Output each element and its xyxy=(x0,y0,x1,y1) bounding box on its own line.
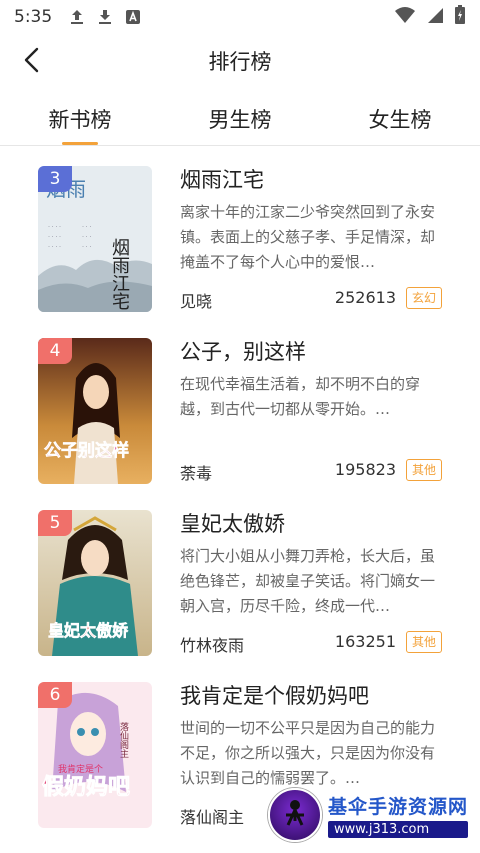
book-count: 195823 xyxy=(334,460,396,479)
svg-text:烟雨江宅: 烟雨江宅 xyxy=(110,238,130,310)
rank-badge: 5 xyxy=(38,510,72,536)
tab-label: 女生榜 xyxy=(368,107,432,132)
book-cover: 烟雨 烟雨江宅 · · · ·· · · ·· · · · · · ·· · ·… xyxy=(38,166,152,312)
book-title: 公子，别这样 xyxy=(180,340,306,364)
tab-new-books[interactable]: 新书榜 xyxy=(0,92,160,145)
active-tab-indicator xyxy=(62,142,98,145)
book-count: 252613 xyxy=(334,288,396,307)
book-author: 落仙阁主 xyxy=(180,808,245,827)
header: 排行榜 xyxy=(0,34,480,88)
chevron-left-icon xyxy=(24,47,39,73)
download-icon xyxy=(96,8,114,26)
rank-badge: 4 xyxy=(38,338,72,364)
book-author: 荼毒 xyxy=(180,464,213,483)
book-cover: 皇妃太傲娇 5 xyxy=(38,510,152,656)
tab-bar: 新书榜 男生榜 女生榜 xyxy=(0,92,480,146)
book-title: 我肯定是个假奶妈吧 xyxy=(180,684,369,708)
signal-icon xyxy=(426,6,444,28)
svg-text:假奶妈吧: 假奶妈吧 xyxy=(42,774,130,799)
book-description: 在现代幸福生活着，却不明不白的穿越，到古代一切都从零开始。… xyxy=(180,375,421,418)
book-description: 离家十年的江家二少爷突然回到了永安镇。表面上的父慈子孝、手足情深，却掩盖不了每个… xyxy=(180,203,436,271)
battery-icon xyxy=(454,5,466,29)
a-box-icon xyxy=(124,8,142,26)
svg-text:皇妃太傲娇: 皇妃太傲娇 xyxy=(48,621,129,640)
site-watermark: 基伞手游资源网 www.j313.com xyxy=(268,785,478,845)
tab-label: 新书榜 xyxy=(48,107,112,132)
tab-label: 男生榜 xyxy=(208,107,272,132)
book-count: 163251 xyxy=(334,632,396,651)
book-item[interactable]: 烟雨 烟雨江宅 · · · ·· · · ·· · · · · · ·· · ·… xyxy=(0,160,480,320)
back-button[interactable] xyxy=(14,42,50,78)
watermark-logo-icon xyxy=(268,788,322,842)
watermark-url: www.j313.com xyxy=(328,821,469,838)
book-item[interactable]: 皇妃太傲娇 5 皇妃太傲娇 将门大小姐从小舞刀弄枪，长大后，虽绝色锋芒，却被皇子… xyxy=(0,504,480,664)
rank-badge: 3 xyxy=(38,166,72,192)
svg-text:· · ·: · · · xyxy=(82,224,91,230)
status-time: 5:35 xyxy=(14,7,53,27)
svg-text:落仙阁主: 落仙阁主 xyxy=(119,721,129,758)
status-bar: 5:35 xyxy=(0,0,480,34)
page-title: 排行榜 xyxy=(208,50,272,74)
book-title: 皇妃太傲娇 xyxy=(180,512,285,536)
svg-text:公子别这样: 公子别这样 xyxy=(44,440,129,460)
watermark-name: 基伞手游资源网 xyxy=(328,796,469,818)
book-author: 竹林夜雨 xyxy=(180,636,245,655)
svg-text:· · ·: · · · xyxy=(82,234,91,240)
rank-badge: 6 xyxy=(38,682,72,708)
wifi-icon xyxy=(394,6,416,28)
svg-text:· · · ·: · · · · xyxy=(48,234,61,240)
genre-tag: 玄幻 xyxy=(405,287,442,309)
book-cover: 落仙阁主 假奶妈吧 我肯定是个 6 xyxy=(38,682,152,828)
svg-text:我肯定是个: 我肯定是个 xyxy=(58,763,103,774)
svg-text:· · · ·: · · · · xyxy=(48,244,61,250)
book-cover: 公子别这样 4 xyxy=(38,338,152,484)
book-title: 烟雨江宅 xyxy=(180,168,264,192)
genre-tag: 其他 xyxy=(405,631,442,653)
tab-female[interactable]: 女生榜 xyxy=(320,92,480,145)
svg-text:· · · ·: · · · · xyxy=(48,224,61,230)
svg-text:· · ·: · · · xyxy=(82,244,91,250)
book-description: 将门大小姐从小舞刀弄枪，长大后，虽绝色锋芒，却被皇子笑话。将门嫡女一朝入宫，历尽… xyxy=(180,547,436,615)
book-description: 世间的一切不公平只是因为自己的能力不足，你之所以强大，只是因为你没有认识到自己的… xyxy=(180,719,436,787)
tab-male[interactable]: 男生榜 xyxy=(160,92,320,145)
upload-icon xyxy=(68,8,86,26)
genre-tag: 其他 xyxy=(405,459,442,481)
book-item[interactable]: 公子别这样 4 公子，别这样 在现代幸福生活着，却不明不白的穿越，到古代一切都从… xyxy=(0,332,480,492)
book-author: 见晓 xyxy=(180,292,213,311)
